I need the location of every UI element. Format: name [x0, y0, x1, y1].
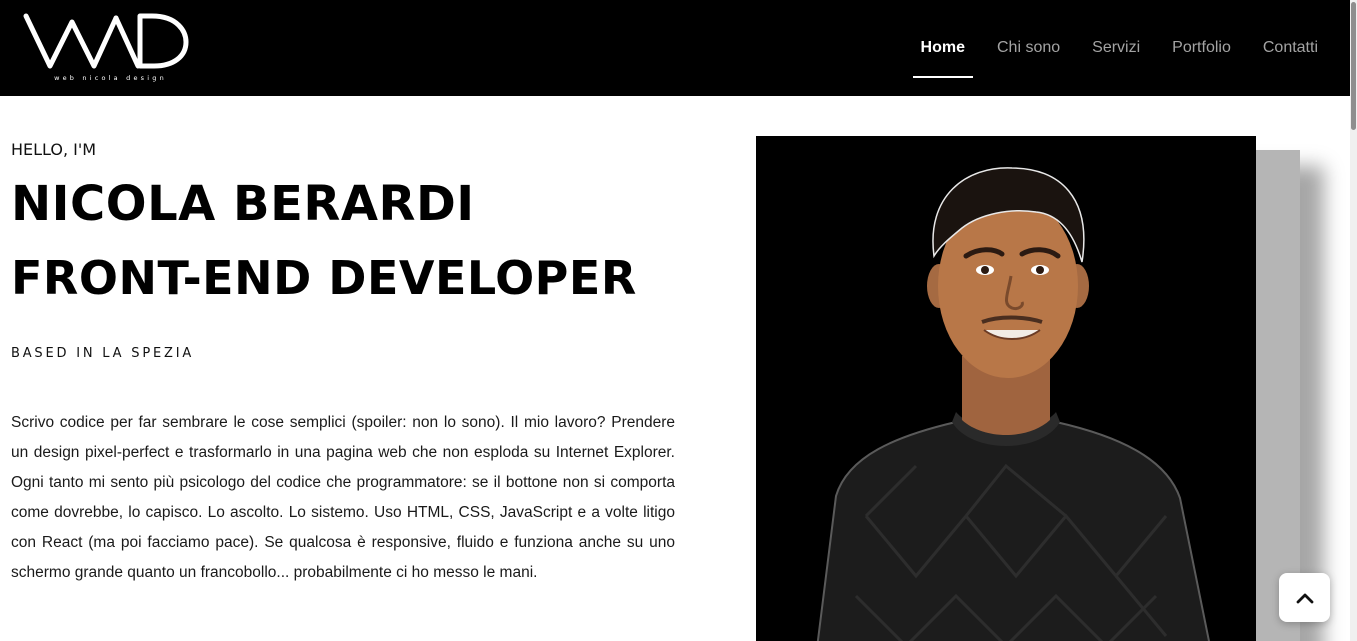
nav-chi-sono[interactable]: Chi sono	[997, 31, 1060, 65]
nav-contatti[interactable]: Contatti	[1263, 31, 1318, 65]
hero-greeting: HELLO, I'M	[11, 140, 97, 159]
main-nav: Home Chi sono Servizi Portfolio Contatti	[912, 0, 1318, 96]
nav-portfolio[interactable]: Portfolio	[1172, 31, 1231, 65]
portrait-illustration	[756, 136, 1256, 641]
nav-servizi[interactable]: Servizi	[1092, 31, 1140, 65]
chevron-up-icon	[1296, 593, 1313, 603]
hero-location: BASED IN LA SPEZIA	[11, 346, 195, 361]
hero-bio: Scrivo codice per far sembrare le cose s…	[11, 414, 675, 581]
nav-home[interactable]: Home	[912, 31, 974, 78]
logo[interactable]: web nicola design	[20, 10, 190, 86]
scrollbar[interactable]	[1350, 0, 1357, 641]
profile-photo	[756, 136, 1256, 641]
page: web nicola design Home Chi sono Servizi …	[0, 0, 1357, 641]
scrollbar-thumb[interactable]	[1351, 2, 1356, 130]
logo-mark-icon	[23, 13, 189, 69]
hero-name: NICOLA BERARDI	[11, 176, 475, 232]
navbar: web nicola design Home Chi sono Servizi …	[0, 0, 1350, 96]
hero-role: FRONT-END DEVELOPER	[11, 251, 637, 305]
back-to-top-button[interactable]	[1279, 573, 1330, 622]
logo-tagline: web nicola design	[54, 74, 167, 82]
